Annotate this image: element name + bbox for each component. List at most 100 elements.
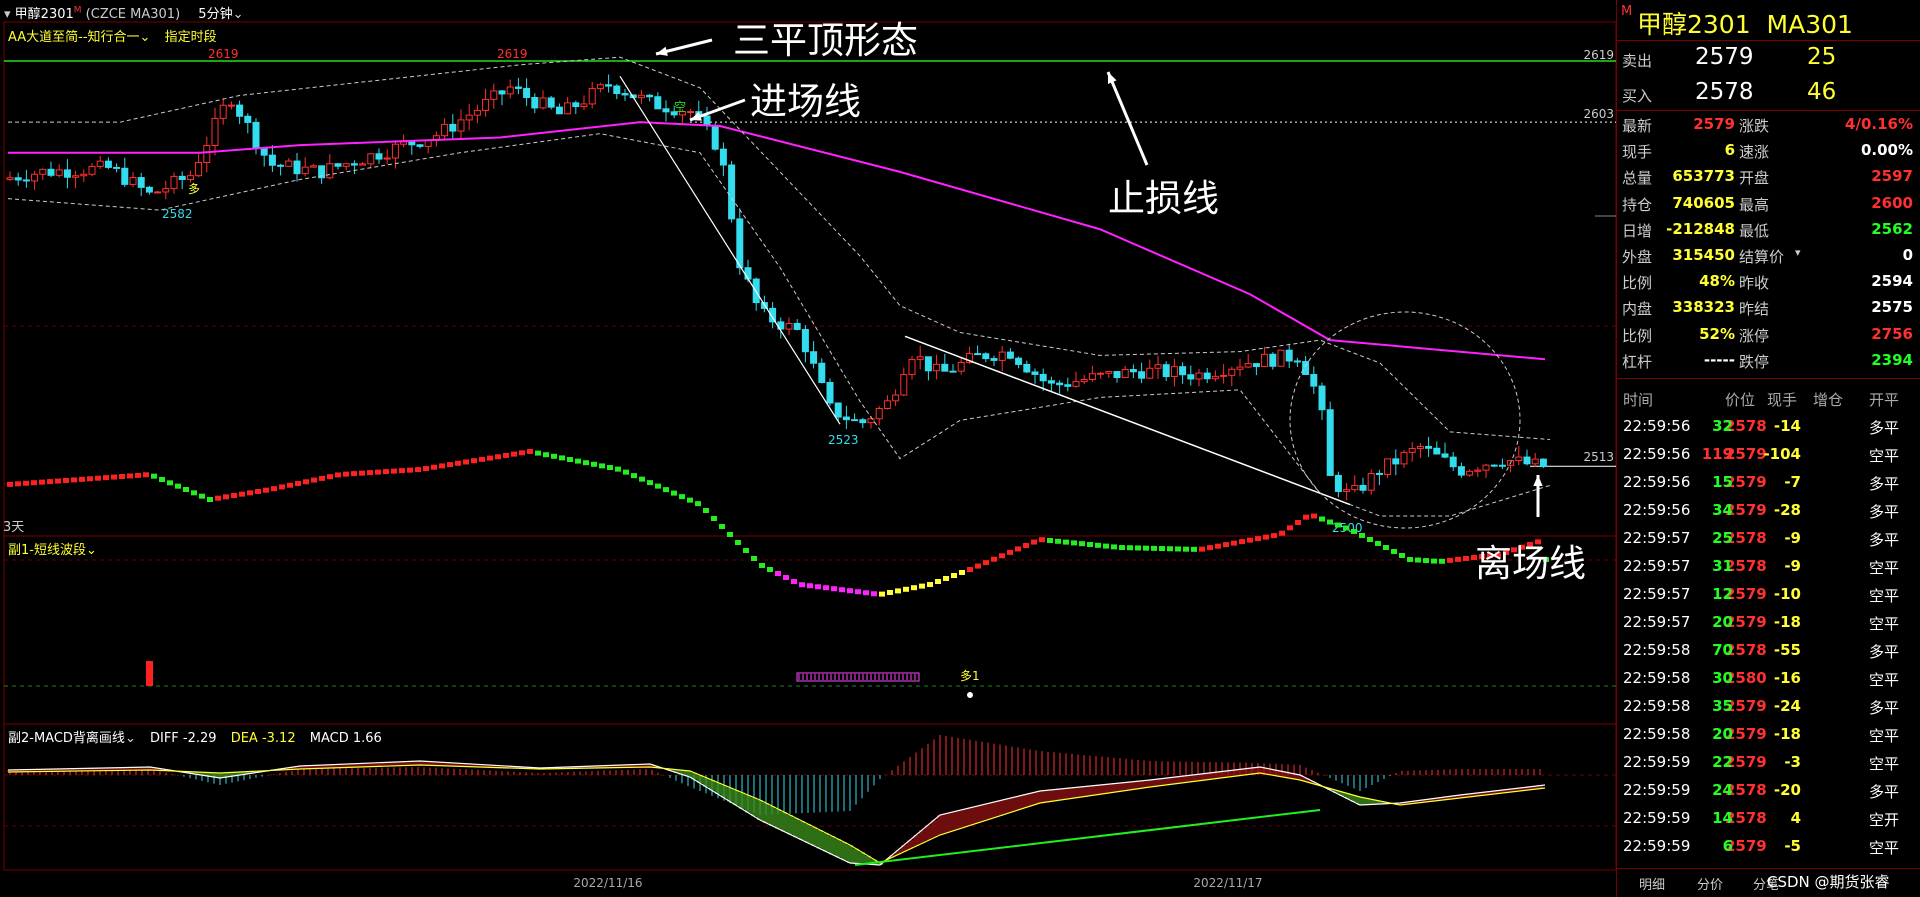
wave-segment [831,586,837,592]
tick-row[interactable]: 22:59:59 2578 14 4 空开 [1617,805,1920,833]
quote-label: 开盘 [1739,169,1770,188]
wave-segment [1247,537,1253,543]
candle-body [744,267,752,280]
bid-row[interactable]: 买入 2578 46 [1617,79,1920,109]
tick-row[interactable]: 22:59:56 2579 15 -7 多平 [1617,469,1920,497]
wave-segment [543,452,549,458]
wave-segment [15,481,21,487]
quote-code: MA301 [1766,10,1853,39]
tick-header-1: 价位 [1725,391,1756,409]
wave-segment [727,532,733,537]
tick-header-3: 增仓 [1813,391,1844,409]
tick-time: 22:59:56 [1623,417,1691,435]
candle-body [31,173,39,182]
candle-body [1179,366,1187,376]
tick-volume: 12 [1712,585,1733,603]
tick-row[interactable]: 22:59:58 2579 35 -24 多平 [1617,693,1920,721]
candle-body [1449,456,1457,468]
candle-body [219,104,227,119]
tick-oi-change: -7 [1784,473,1801,491]
wave-segment [63,477,69,483]
tick-row[interactable]: 22:59:59 2579 6 -5 空平 [1617,833,1920,861]
tick-header-4: 开平 [1869,391,1900,409]
candle-body [810,351,818,364]
ask-row[interactable]: 卖出 2579 25 [1617,44,1920,74]
candle-body [6,177,14,181]
period-selector[interactable]: 5分钟⌄ [198,7,243,22]
wave-segment [719,524,725,529]
wave-segment [999,553,1005,559]
candle-body [719,148,727,166]
candle-body [883,400,891,409]
wave-segment [255,489,261,494]
quote-value: 2597 [1871,167,1913,186]
wave-segment [599,463,605,469]
wave-segment [711,516,717,521]
menu-icon[interactable]: ▾ [4,7,11,22]
quote-symbol: 甲醇2301 [1637,10,1751,39]
candle-body [96,160,104,167]
wave-segment [1087,542,1093,547]
tab-price-distribution[interactable]: 分价 [1697,874,1723,893]
bid-label: 买入 [1622,87,1653,105]
tick-row[interactable]: 22:59:59 2578 24 -20 多平 [1617,777,1920,805]
tick-row[interactable]: 22:59:56 2579 119 -104 空平 [1617,441,1920,469]
candle-body [596,84,604,90]
tick-row[interactable]: 22:59:57 2579 12 -10 空平 [1617,581,1920,609]
symbol-name[interactable]: 甲醇2301 [15,7,74,22]
tick-row[interactable]: 22:59:58 2580 30 -16 空平 [1617,665,1920,693]
tick-row[interactable]: 22:59:59 2579 22 -3 空平 [1617,749,1920,777]
tick-row[interactable]: 22:59:57 2579 20 -18 空平 [1617,609,1920,637]
tick-oi-change: -10 [1773,585,1801,603]
wave-segment [79,476,85,482]
tick-row[interactable]: 22:59:56 2578 32 -14 多平 [1617,413,1920,441]
tick-row[interactable]: 22:59:58 2579 20 -18 空平 [1617,721,1920,749]
tick-volume: 35 [1712,697,1733,715]
wave-segment [359,470,365,476]
tab-detail[interactable]: 明细 [1639,874,1665,893]
wave-segment [1311,513,1317,519]
time-mode[interactable]: 指定时段 [165,30,217,45]
sub1-title-bar[interactable]: 副1-短线波段⌄ [8,539,97,558]
quote-value: 4/0.16% [1845,115,1913,133]
wave-segment [1055,538,1061,544]
arrow-exit-head [1533,475,1543,487]
chevron-down-icon: ⌄ [124,731,136,746]
candle-body [1146,367,1154,379]
quote-value: 653773 [1672,167,1735,186]
candle-body [875,407,883,420]
candle-body [80,173,88,177]
candle-body [162,188,170,193]
tick-row[interactable]: 22:59:57 2578 31 -9 空平 [1617,553,1920,581]
candle-body [1121,369,1129,379]
tick-oi-change: -104 [1763,445,1801,463]
quote-value: 52% [1699,324,1735,343]
wave-segment [1399,553,1405,558]
tick-row[interactable]: 22:59:58 2578 70 -55 多平 [1617,637,1920,665]
chevron-down-icon: ⌄ [232,7,244,22]
wave-segment [887,590,893,595]
tick-row[interactable]: 22:59:57 2578 25 -9 多平 [1617,525,1920,553]
tick-row[interactable]: 22:59:56 2579 34 -28 多平 [1617,497,1920,525]
tick-type: 多平 [1869,503,1900,521]
quote-value: 0 [1902,246,1913,264]
indicator-selector[interactable]: AA大道至简--知行合一⌄ [8,30,150,45]
quote-label: 日增 [1622,221,1653,240]
wave-segment [623,469,629,475]
tick-time: 22:59:58 [1623,669,1691,687]
sell-signal: 空 [674,100,686,114]
sub2-selector[interactable]: 副2-MACD背离画线⌄ [8,731,136,746]
candle-body [859,419,867,424]
candle-body [982,353,990,360]
wave-segment [1223,542,1229,548]
tick-oi-change: -20 [1773,781,1801,799]
symbol-code: (CZCE MA301) [85,7,181,22]
wave-segment [1207,545,1213,551]
wave-segment [1351,529,1357,534]
settlement-dropdown-icon[interactable]: ▾ [1795,246,1801,259]
quote-label: 最新 [1622,117,1653,135]
wave-segment [647,480,653,486]
wave-segment [1047,538,1053,543]
candle-body [236,104,244,117]
kline-chart-canvas[interactable]: 26192619258225232500261926032513多空多12022… [0,0,1616,897]
